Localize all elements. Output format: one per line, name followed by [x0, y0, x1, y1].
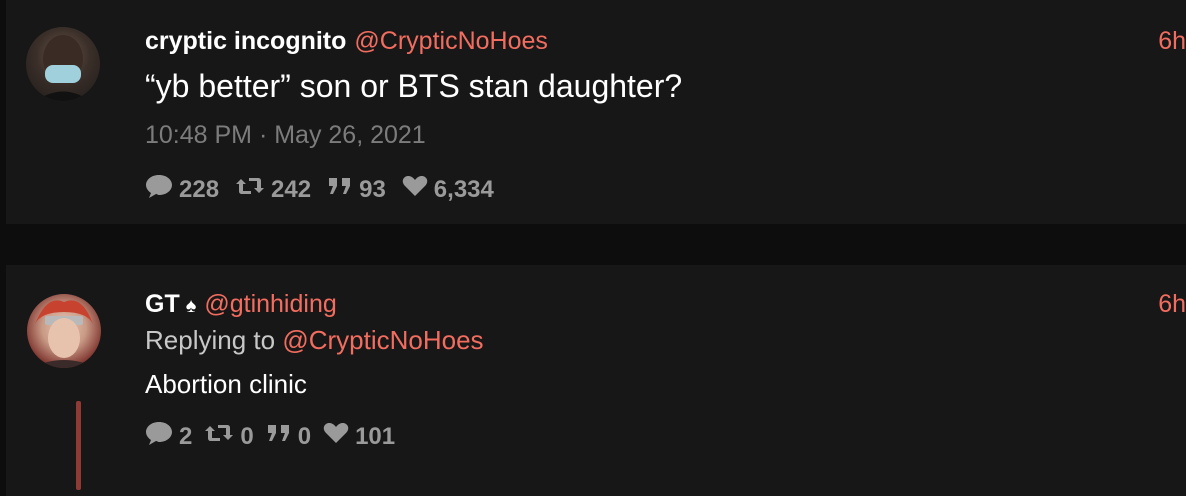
spade-icon: ♠ [185, 295, 197, 317]
quote-action[interactable]: 93 [327, 175, 386, 204]
quote-icon [266, 422, 298, 451]
time-ago[interactable]: 6h [1158, 290, 1186, 319]
comment-icon [145, 173, 179, 206]
like-count: 101 [355, 422, 396, 450]
quote-action[interactable]: 0 [266, 422, 311, 451]
retweet-count: 0 [240, 422, 254, 450]
retweet-action[interactable]: 0 [204, 422, 254, 451]
quote-icon [327, 175, 359, 204]
reply-header: GT ♠ @gtinhiding [145, 289, 337, 321]
retweet-count: 242 [271, 175, 312, 203]
reply-card[interactable]: GT ♠ @gtinhiding 6h Replying to @CrypticNo… [6, 265, 1186, 496]
retweet-icon [204, 422, 240, 451]
reply-count: 228 [179, 175, 220, 203]
avatar[interactable] [27, 294, 101, 368]
replying-to: Replying to @CrypticNoHoes [145, 325, 484, 356]
tweet-timestamp[interactable]: 10:48 PM · May 26, 2021 [145, 121, 426, 150]
comment-icon [145, 420, 179, 453]
reply-text: Abortion clinic [145, 369, 307, 399]
tweet-header: cryptic incognito @CrypticNoHoes [145, 26, 548, 56]
avatar[interactable] [26, 27, 100, 101]
author-name[interactable]: cryptic incognito [145, 27, 346, 55]
reply-stats: 2 0 0 101 [145, 420, 411, 453]
heart-icon [402, 175, 434, 204]
like-count: 6,334 [433, 175, 494, 203]
replying-prefix: Replying to [145, 325, 276, 355]
quote-count: 0 [297, 422, 312, 450]
quote-count: 93 [359, 175, 386, 203]
reply-count: 2 [179, 422, 193, 450]
tweet-text: “yb better” son or BTS stan daughter? [145, 68, 683, 104]
reply-action[interactable]: 228 [145, 173, 219, 206]
like-action[interactable]: 6,334 [402, 175, 494, 204]
like-action[interactable]: 101 [323, 422, 395, 451]
author-handle[interactable]: @CrypticNoHoes [354, 27, 547, 55]
time-ago[interactable]: 6h [1158, 27, 1186, 56]
replying-to-handle[interactable]: @CrypticNoHoes [282, 325, 483, 355]
tweet-stats: 228 242 93 6,334 [145, 173, 510, 206]
reply-action[interactable]: 2 [145, 420, 192, 453]
author-handle[interactable]: @gtinhiding [204, 290, 336, 318]
retweet-action[interactable]: 242 [235, 175, 311, 204]
author-name[interactable]: GT [145, 290, 180, 318]
thread-line [76, 401, 81, 490]
retweet-icon [235, 175, 271, 204]
tweet-card[interactable]: cryptic incognito @CrypticNoHoes 6h “yb b… [6, 0, 1186, 224]
heart-icon [323, 422, 355, 451]
